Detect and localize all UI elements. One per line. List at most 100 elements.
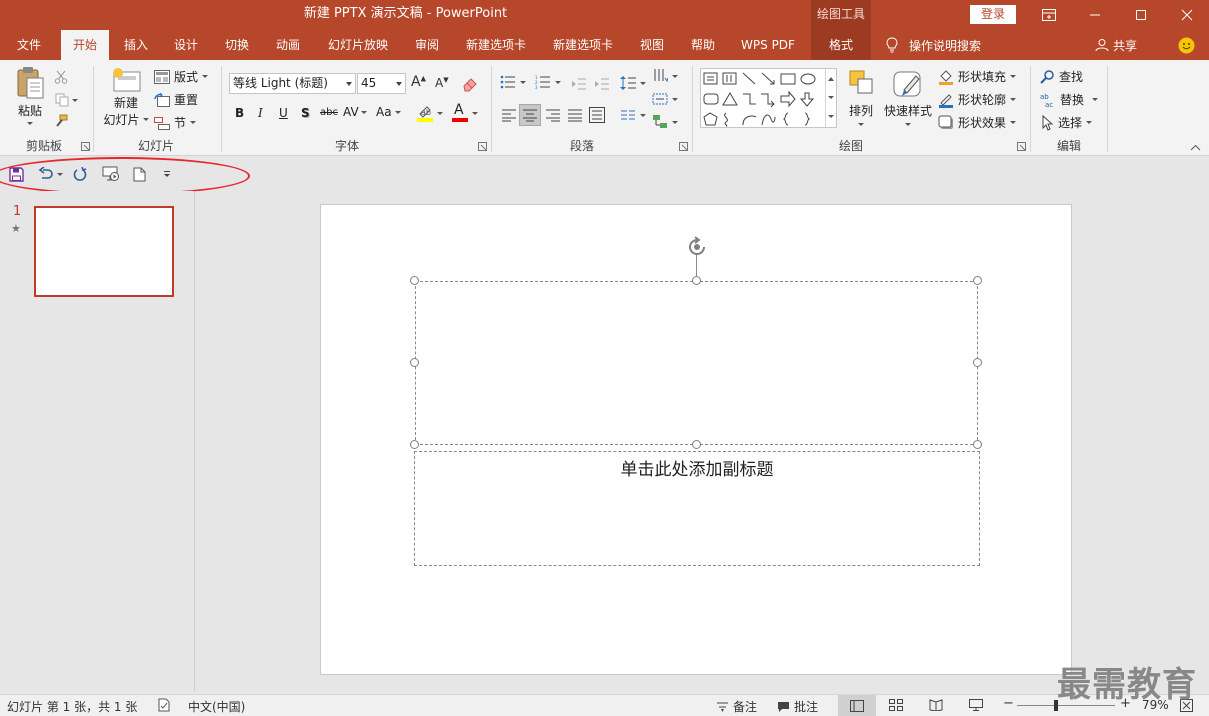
bullets-button[interactable] [500,75,526,89]
slideshow-view-button[interactable] [969,699,983,711]
reading-view-button[interactable] [929,699,943,711]
shrink-font-button[interactable]: A▼ [435,76,449,90]
align-left-icon[interactable] [501,108,517,122]
gallery-scroll-buttons[interactable] [825,69,836,127]
tab-review[interactable]: 审阅 [406,30,448,60]
copy-button[interactable] [52,91,80,109]
tab-file[interactable]: 文件 [6,30,52,60]
shape-fill-button[interactable]: 形状填充 [938,68,1017,85]
align-center-button[interactable] [519,104,541,126]
slide-sorter-button[interactable] [889,699,903,711]
character-spacing-button[interactable]: AV [343,105,367,119]
paste-button[interactable]: 粘贴 [12,66,48,130]
clear-formatting-button[interactable] [461,75,479,93]
resize-handle-bottom-left[interactable] [410,440,419,449]
smartart-dropdown-icon [672,120,678,124]
tab-insert[interactable]: 插入 [115,30,157,60]
highlighter-icon: ab [417,106,433,122]
new-slide-button[interactable]: 新建 幻灯片 [102,66,150,134]
tab-format[interactable]: 格式 [811,30,871,60]
feedback-smiley-button[interactable] [1178,37,1195,54]
collapse-ribbon-button[interactable] [1190,144,1201,151]
text-direction-button[interactable] [652,68,678,84]
grow-font-button[interactable]: A▲ [411,74,426,90]
notes-button[interactable]: 备注 [716,698,757,715]
align-text-icon [652,93,668,105]
reset-button[interactable]: 重置 [154,91,198,108]
text-shadow-button[interactable]: S [301,106,310,120]
strikethrough-button[interactable]: abc [320,107,338,118]
tell-me-search[interactable]: 操作说明搜索 [885,30,981,60]
align-text-button[interactable] [652,91,678,107]
paragraph-dialog-launcher-icon[interactable] [679,142,688,151]
font-color-button[interactable]: A [451,102,478,122]
shapes-gallery[interactable] [700,68,837,128]
highlight-color-button[interactable]: ab [416,104,443,122]
drawing-dialog-launcher-icon[interactable] [1017,142,1026,151]
tab-slideshow[interactable]: 幻灯片放映 [320,30,396,60]
bold-button[interactable]: B [235,106,244,120]
font-size-combo[interactable]: 45 [357,73,406,94]
tab-help[interactable]: 帮助 [682,30,724,60]
find-button[interactable]: 查找 [1040,68,1083,85]
justify-icon[interactable] [567,108,583,122]
font-dialog-launcher-icon[interactable] [478,142,487,151]
section-button[interactable]: 节 [154,114,197,131]
smartart-button[interactable] [652,114,678,130]
language-status[interactable]: 中文(中国) [188,698,245,715]
tab-new-2[interactable]: 新建选项卡 [545,30,621,60]
tab-transitions[interactable]: 切换 [216,30,258,60]
resize-handle-bottom[interactable] [692,440,701,449]
tab-home[interactable]: 开始 [61,30,109,60]
normal-view-button[interactable] [838,695,876,716]
decrease-indent-icon[interactable] [571,77,587,91]
cut-button[interactable] [52,68,70,86]
tab-animations[interactable]: 动画 [267,30,309,60]
spell-check-button[interactable] [157,698,171,712]
tab-new-1[interactable]: 新建选项卡 [458,30,534,60]
shape-effects-button[interactable]: 形状效果 [938,114,1017,131]
title-placeholder[interactable] [415,281,978,445]
share-button[interactable]: 共享 [1095,30,1137,60]
tab-view[interactable]: 视图 [631,30,673,60]
maximize-button[interactable] [1118,0,1164,30]
font-name-combo[interactable]: 等线 Light (标题) [229,73,356,94]
highlight-dropdown-icon [437,111,443,115]
replace-button[interactable]: ab ac 替换 [1040,91,1099,108]
share-label: 共享 [1113,38,1138,53]
line-spacing-button[interactable] [620,75,646,91]
clipboard-dialog-launcher-icon[interactable] [81,142,90,151]
select-button[interactable]: 选择 [1040,114,1093,131]
change-case-button[interactable]: Aa [376,105,401,119]
distributed-icon[interactable] [589,107,605,123]
tab-wps-pdf[interactable]: WPS PDF [734,30,802,60]
italic-button[interactable]: I [258,106,263,120]
numbering-button[interactable]: 123 [535,75,561,89]
login-button[interactable]: 登录 [970,5,1016,24]
resize-handle-top[interactable] [692,276,701,285]
resize-handle-right[interactable] [973,358,982,367]
resize-handle-bottom-right[interactable] [973,440,982,449]
slide-thumbnail-1[interactable] [34,206,174,297]
drawing-group-label: 绘图 [838,139,863,153]
close-button[interactable] [1164,0,1209,30]
arrange-button[interactable]: 排列 [845,68,877,134]
comments-button[interactable]: 批注 [777,698,818,715]
quick-styles-button[interactable]: 快速样式 [882,68,934,134]
zoom-out-button[interactable]: − [1003,696,1014,711]
columns-button[interactable] [620,108,646,122]
format-painter-button[interactable] [52,112,70,130]
tab-design[interactable]: 设计 [165,30,207,60]
resize-handle-top-left[interactable] [410,276,419,285]
align-right-icon[interactable] [545,108,561,122]
minimize-button[interactable] [1072,0,1118,30]
resize-handle-left[interactable] [410,358,419,367]
underline-button[interactable]: U [279,106,288,120]
ribbon-display-options-button[interactable] [1026,0,1072,30]
increase-indent-icon[interactable] [594,77,610,91]
shape-outline-button[interactable]: 形状轮廓 [938,91,1017,108]
rotation-handle[interactable] [686,236,708,258]
resize-handle-top-right[interactable] [973,276,982,285]
subtitle-placeholder[interactable]: 单击此处添加副标题 [414,451,980,566]
layout-button[interactable]: 版式 [154,68,209,85]
